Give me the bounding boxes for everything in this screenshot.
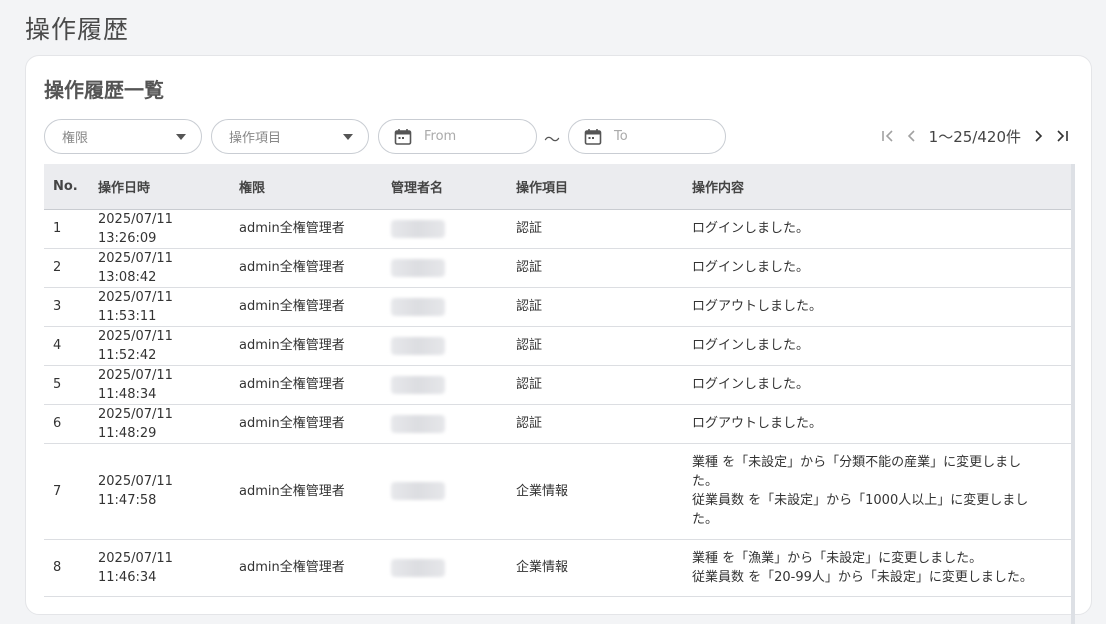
- cell-authority: admin全権管理者: [230, 365, 382, 405]
- last-page-icon[interactable]: [1055, 129, 1069, 143]
- cell-operation-content: ログインしました。: [683, 326, 1071, 366]
- cell-authority: admin全権管理者: [230, 539, 382, 597]
- cell-admin-name: [382, 287, 507, 327]
- column-header-datetime: 操作日時: [89, 164, 230, 210]
- cell-admin-name: [382, 539, 507, 597]
- calendar-icon: [394, 128, 412, 146]
- date-to-placeholder: To: [614, 129, 628, 144]
- cell-operation-content: ログインしました。: [683, 248, 1071, 288]
- cell-no: 1: [44, 209, 89, 249]
- first-page-icon[interactable]: [881, 129, 895, 143]
- cell-datetime: 2025/07/11 13:26:09: [89, 209, 230, 249]
- column-header-operation-content: 操作内容: [683, 164, 1071, 210]
- cell-operation-content: 業種 を「未設定」から「分類不能の産業」に変更しました。 従業員数 を「未設定」…: [683, 443, 1071, 540]
- cell-datetime: 2025/07/11 11:48:34: [89, 365, 230, 405]
- cell-admin-name: [382, 404, 507, 444]
- table-header-row: No. 操作日時 権限 管理者名 操作項目 操作内容: [44, 164, 1071, 210]
- date-from-input[interactable]: From: [378, 119, 537, 154]
- redacted-admin-name: [391, 414, 445, 433]
- cell-admin-name: [382, 248, 507, 288]
- cell-no: 5: [44, 365, 89, 405]
- cell-operation-content: 業種 を「漁業」から「未設定」に変更しました。 従業員数 を「20-99人」から…: [683, 539, 1071, 597]
- cell-datetime: 2025/07/11 11:52:42: [89, 326, 230, 366]
- column-header-authority: 権限: [230, 164, 382, 210]
- cell-operation-content: ログアウトしました。: [683, 404, 1071, 444]
- cell-no: 4: [44, 326, 89, 366]
- table-row[interactable]: 3 2025/07/11 11:53:11 admin全権管理者 認証 ログアウ…: [44, 287, 1071, 327]
- cell-authority: admin全権管理者: [230, 404, 382, 444]
- cell-operation-item: 企業情報: [507, 539, 683, 597]
- column-header-operation-item: 操作項目: [507, 164, 683, 210]
- cell-no: 3: [44, 287, 89, 327]
- cell-operation-content: ログインしました。: [683, 365, 1071, 405]
- redacted-admin-name: [391, 558, 445, 577]
- redacted-admin-name: [391, 336, 445, 355]
- card-title: 操作履歴一覧: [44, 78, 164, 102]
- cell-operation-item: 認証: [507, 365, 683, 405]
- operation-history-card: 操作履歴一覧 権限 操作項目 From ～ To 1〜25/420件 No. 操…: [25, 55, 1092, 624]
- cell-operation-item: 企業情報: [507, 443, 683, 540]
- date-from-placeholder: From: [424, 129, 457, 144]
- cell-operation-content: ログアウトしました。: [683, 287, 1071, 327]
- cell-operation-item: 認証: [507, 209, 683, 249]
- cell-operation-item: 認証: [507, 248, 683, 288]
- authority-select[interactable]: 権限: [44, 119, 202, 154]
- table-row[interactable]: 8 2025/07/11 11:46:34 admin全権管理者 企業情報 業種…: [44, 539, 1071, 597]
- redacted-admin-name: [391, 375, 445, 394]
- cell-authority: admin全権管理者: [230, 248, 382, 288]
- calendar-icon: [584, 128, 602, 146]
- cell-datetime: 2025/07/11 11:53:11: [89, 287, 230, 327]
- cell-operation-item: 認証: [507, 404, 683, 444]
- redacted-admin-name: [391, 297, 445, 316]
- table-row[interactable]: 7 2025/07/11 11:47:58 admin全権管理者 企業情報 業種…: [44, 443, 1071, 540]
- table-row[interactable]: 4 2025/07/11 11:52:42 admin全権管理者 認証 ログイン…: [44, 326, 1071, 366]
- cell-no: 2: [44, 248, 89, 288]
- redacted-admin-name: [391, 258, 445, 277]
- cell-datetime: 2025/07/11 11:46:34: [89, 539, 230, 597]
- table-row[interactable]: 6 2025/07/11 11:48:29 admin全権管理者 認証 ログアウ…: [44, 404, 1071, 444]
- operation-item-select[interactable]: 操作項目: [211, 119, 369, 154]
- authority-select-label: 権限: [62, 131, 89, 146]
- table-row[interactable]: 2 2025/07/11 13:08:42 admin全権管理者 認証 ログイン…: [44, 248, 1071, 288]
- cell-datetime: 2025/07/11 11:48:29: [89, 404, 230, 444]
- cell-datetime: 2025/07/11 13:08:42: [89, 248, 230, 288]
- date-range-separator: ～: [544, 130, 561, 149]
- cell-authority: admin全権管理者: [230, 209, 382, 249]
- next-page-icon[interactable]: [1032, 129, 1044, 143]
- cell-authority: admin全権管理者: [230, 326, 382, 366]
- cell-admin-name: [382, 209, 507, 249]
- cell-datetime: 2025/07/11 11:47:58: [89, 443, 230, 540]
- cell-authority: admin全権管理者: [230, 443, 382, 540]
- prev-page-icon[interactable]: [906, 129, 918, 143]
- redacted-admin-name: [391, 219, 445, 238]
- cell-no: 6: [44, 404, 89, 444]
- cell-authority: admin全権管理者: [230, 287, 382, 327]
- page-title: 操作履歴: [25, 15, 130, 44]
- redacted-admin-name: [391, 482, 445, 500]
- cell-no: 7: [44, 443, 89, 540]
- column-header-admin-name: 管理者名: [382, 164, 507, 210]
- table-row[interactable]: 5 2025/07/11 11:48:34 admin全権管理者 認証 ログイン…: [44, 365, 1071, 405]
- history-table-container[interactable]: No. 操作日時 権限 管理者名 操作項目 操作内容 1 2025/07/11 …: [44, 164, 1075, 624]
- caret-down-icon: [176, 133, 186, 140]
- history-table: No. 操作日時 権限 管理者名 操作項目 操作内容 1 2025/07/11 …: [44, 164, 1071, 597]
- cell-admin-name: [382, 443, 507, 540]
- pagination: 1〜25/420件: [881, 124, 1069, 148]
- cell-operation-content: ログインしました。: [683, 209, 1071, 249]
- date-to-input[interactable]: To: [568, 119, 726, 154]
- cell-no: 8: [44, 539, 89, 597]
- cell-operation-item: 認証: [507, 326, 683, 366]
- operation-item-select-label: 操作項目: [229, 131, 282, 146]
- table-row[interactable]: 1 2025/07/11 13:26:09 admin全権管理者 認証 ログイン…: [44, 209, 1071, 249]
- cell-operation-item: 認証: [507, 287, 683, 327]
- caret-down-icon: [343, 133, 353, 140]
- column-header-no: No.: [44, 164, 89, 210]
- cell-admin-name: [382, 326, 507, 366]
- page-range-text: 1〜25/420件: [928, 127, 1021, 146]
- cell-admin-name: [382, 365, 507, 405]
